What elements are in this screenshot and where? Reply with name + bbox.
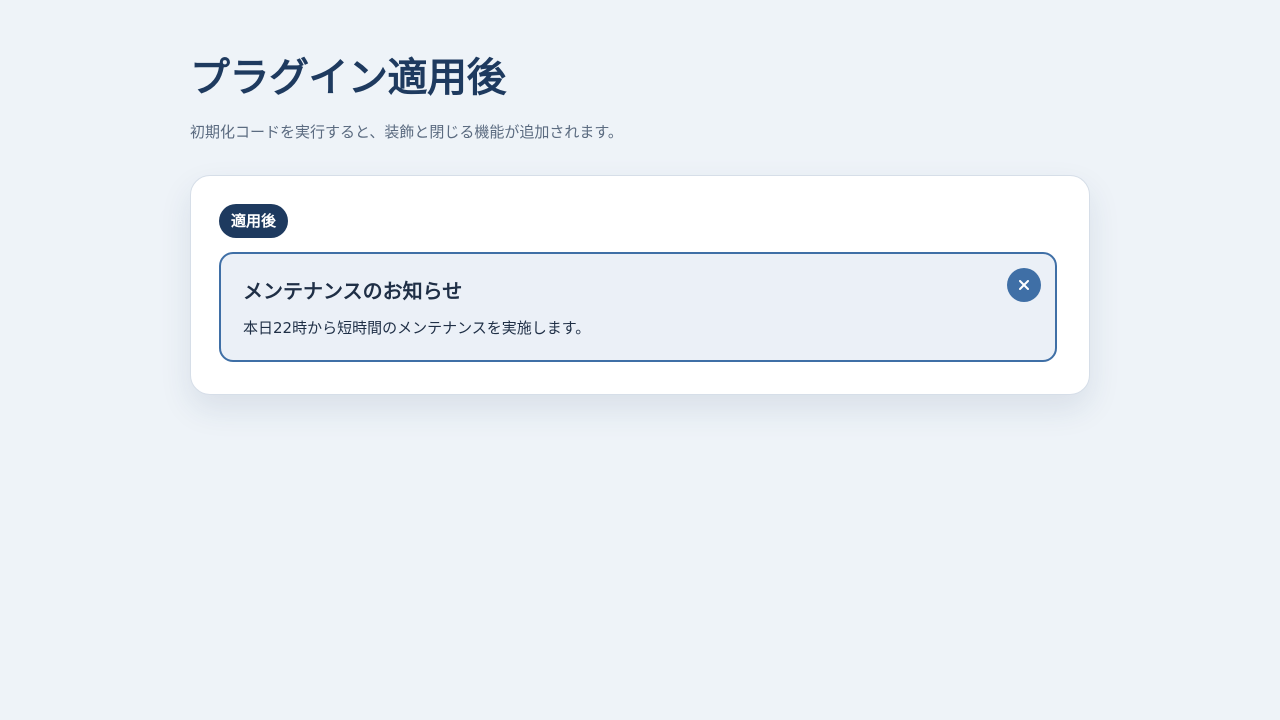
close-button[interactable] [1007,268,1041,302]
notice-title: メンテナンスのお知らせ [243,279,463,303]
demo-card: 適用後 メンテナンスのお知らせ 本日22時から短時間のメンテナンスを実施します。 [190,175,1090,395]
maintenance-notice: メンテナンスのお知らせ 本日22時から短時間のメンテナンスを実施します。 [219,252,1057,362]
notice-body: 本日22時から短時間のメンテナンスを実施します。 [243,319,591,337]
page-subtitle: 初期化コードを実行すると、装飾と閉じる機能が追加されます。 [190,123,623,141]
status-badge: 適用後 [219,204,289,238]
close-icon [1019,280,1029,290]
page-title: プラグイン適用後 [190,55,507,101]
